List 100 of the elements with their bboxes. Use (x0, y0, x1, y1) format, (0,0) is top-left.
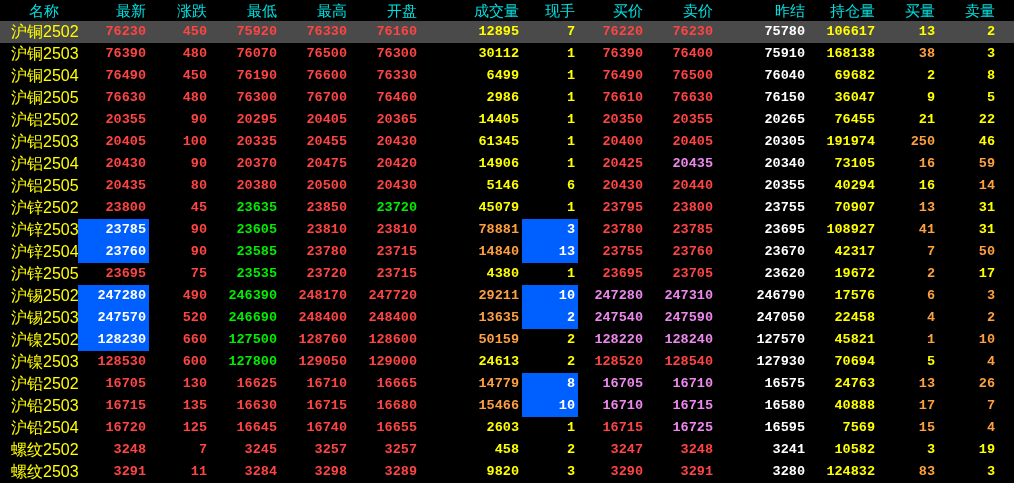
cell-value: 76300 (236, 90, 277, 106)
cell-value: 20440 (672, 178, 713, 194)
cell-value: 23705 (672, 266, 713, 282)
cell-value: 2 (566, 442, 575, 458)
cell-value: 76600 (306, 68, 347, 84)
cell-value: 16720 (105, 420, 146, 436)
cell-value: 76230 (105, 24, 146, 40)
column-header[interactable]: 买价 (578, 0, 646, 21)
cell-value: 129000 (368, 354, 417, 370)
cell-value: 247280 (97, 288, 146, 304)
cell-value: 23795 (602, 200, 643, 216)
cell-value: 21 (918, 112, 935, 128)
cell-value: 17 (978, 266, 995, 282)
contract-name: 沪铅2503 (10, 396, 78, 416)
cell-value: 20365 (376, 112, 417, 128)
cell-value: 1 (566, 200, 575, 216)
cell-value: 2 (986, 24, 995, 40)
cell-value: 2 (986, 310, 995, 326)
column-header[interactable]: 卖价 (646, 0, 716, 21)
cell-value: 78881 (478, 222, 519, 238)
cell-value: 76390 (105, 46, 146, 62)
cell-value: 1 (566, 90, 575, 106)
cell-value: 16705 (602, 376, 643, 392)
cell-value: 20405 (306, 112, 347, 128)
cell-value: 23810 (376, 222, 417, 238)
cell-value: 20370 (236, 156, 277, 172)
cell-value: 14779 (478, 376, 519, 392)
column-header[interactable]: 最低 (210, 0, 280, 21)
cell-value: 16680 (376, 398, 417, 414)
cell-value: 20305 (764, 134, 805, 150)
quote-row[interactable]: 沪铜2502 76230 450 75920 76330 76160 12895 7 76220 76230 75780 106617 13 2 (0, 21, 1014, 43)
cell-value: 14906 (478, 156, 519, 172)
cell-value: 15 (918, 420, 935, 436)
cell-value: 1 (566, 46, 575, 62)
column-header[interactable]: 涨跌 (149, 0, 210, 21)
cell-value: 125 (182, 420, 207, 436)
cell-value: 30112 (478, 46, 519, 62)
cell-value: 23800 (105, 200, 146, 216)
contract-name: 沪铜2504 (10, 66, 78, 86)
cell-value: 3248 (680, 442, 713, 458)
cell-value: 7 (926, 244, 935, 260)
cell-value: 23780 (602, 222, 643, 238)
column-header[interactable]: 开盘 (350, 0, 420, 21)
cell-value: 2 (566, 354, 575, 370)
cell-value: 600 (182, 354, 207, 370)
cell-value: 9 (926, 90, 935, 106)
cell-value: 248170 (298, 288, 347, 304)
cell-value: 23785 (105, 222, 146, 238)
column-header[interactable]: 成交量 (420, 0, 522, 21)
column-header[interactable]: 最高 (280, 0, 350, 21)
cell-value: 3 (926, 442, 935, 458)
cell-value: 23605 (236, 222, 277, 238)
cell-value: 16 (918, 178, 935, 194)
cell-value: 20355 (672, 112, 713, 128)
cell-value: 75780 (764, 24, 805, 40)
cell-value: 20335 (236, 134, 277, 150)
cell-value: 13 (918, 200, 935, 216)
cell-value: 3 (986, 288, 995, 304)
cell-value: 8 (566, 376, 575, 392)
cell-value: 38 (918, 46, 935, 62)
cell-value: 247720 (368, 288, 417, 304)
column-header[interactable]: 最新 (78, 0, 149, 21)
column-header[interactable]: 持仓量 (808, 0, 878, 21)
cell-value: 20265 (764, 112, 805, 128)
column-header[interactable]: 现手 (522, 0, 578, 21)
cell-value: 10 (558, 398, 575, 414)
cell-value: 23780 (306, 244, 347, 260)
cell-value: 246790 (756, 288, 805, 304)
column-header[interactable]: 卖量 (938, 0, 998, 21)
contract-name: 沪锌2505 (10, 264, 78, 284)
cell-value: 127570 (756, 332, 805, 348)
cell-value: 16710 (672, 376, 713, 392)
cell-value: 23760 (672, 244, 713, 260)
cell-value: 7 (198, 442, 207, 458)
cell-value: 128230 (97, 332, 146, 348)
cell-value: 20355 (105, 112, 146, 128)
cell-value: 1 (566, 420, 575, 436)
cell-value: 23695 (764, 222, 805, 238)
column-header[interactable]: 名称 (0, 0, 78, 21)
contract-name: 沪铜2503 (10, 44, 78, 64)
cell-value: 20430 (602, 178, 643, 194)
cell-value: 23585 (236, 244, 277, 260)
contract-name: 沪铝2504 (10, 154, 78, 174)
cell-value: 24763 (834, 376, 875, 392)
cell-value: 248400 (368, 310, 417, 326)
contract-name: 沪铝2502 (10, 110, 78, 130)
cell-value: 76490 (105, 68, 146, 84)
column-header[interactable]: 买量 (878, 0, 938, 21)
cell-value: 31 (978, 222, 995, 238)
cell-value: 480 (182, 90, 207, 106)
cell-value: 76330 (306, 24, 347, 40)
cell-value: 128600 (368, 332, 417, 348)
cell-value: 16725 (672, 420, 713, 436)
cell-value: 127500 (228, 332, 277, 348)
cell-value: 76500 (672, 68, 713, 84)
column-header[interactable]: 昨结 (716, 0, 808, 21)
contract-name: 沪铜2502 (10, 22, 78, 42)
contract-name: 沪镍2503 (10, 352, 78, 372)
cell-value: 73105 (834, 156, 875, 172)
cell-value: 14 (978, 178, 995, 194)
